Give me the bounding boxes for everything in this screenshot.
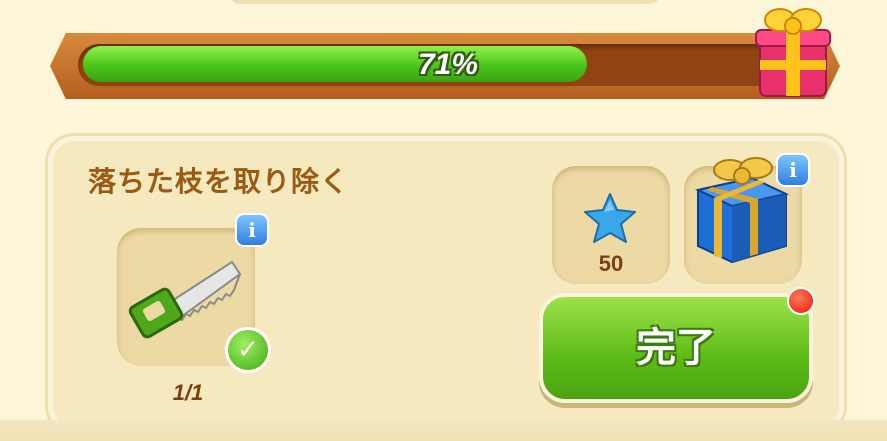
bottom-divider bbox=[0, 420, 887, 441]
complete-button-label[interactable]: 完了 bbox=[543, 297, 809, 399]
star-reward-value: 50 bbox=[598, 251, 624, 276]
tool-info-button[interactable]: i bbox=[235, 213, 269, 247]
blue-star-icon bbox=[584, 193, 636, 243]
tool-count: 1/1 bbox=[172, 380, 204, 405]
progress-label: 71% bbox=[417, 48, 479, 81]
quest-title: 落ちた枝を取り除く bbox=[88, 165, 350, 198]
completed-check-icon: ✓ bbox=[225, 327, 271, 373]
notification-dot-icon bbox=[787, 287, 815, 315]
reward-gift-icon[interactable] bbox=[752, 0, 834, 100]
top-divider bbox=[230, 0, 660, 4]
gift-info-button[interactable]: i bbox=[776, 153, 810, 187]
saw-icon bbox=[128, 260, 242, 339]
